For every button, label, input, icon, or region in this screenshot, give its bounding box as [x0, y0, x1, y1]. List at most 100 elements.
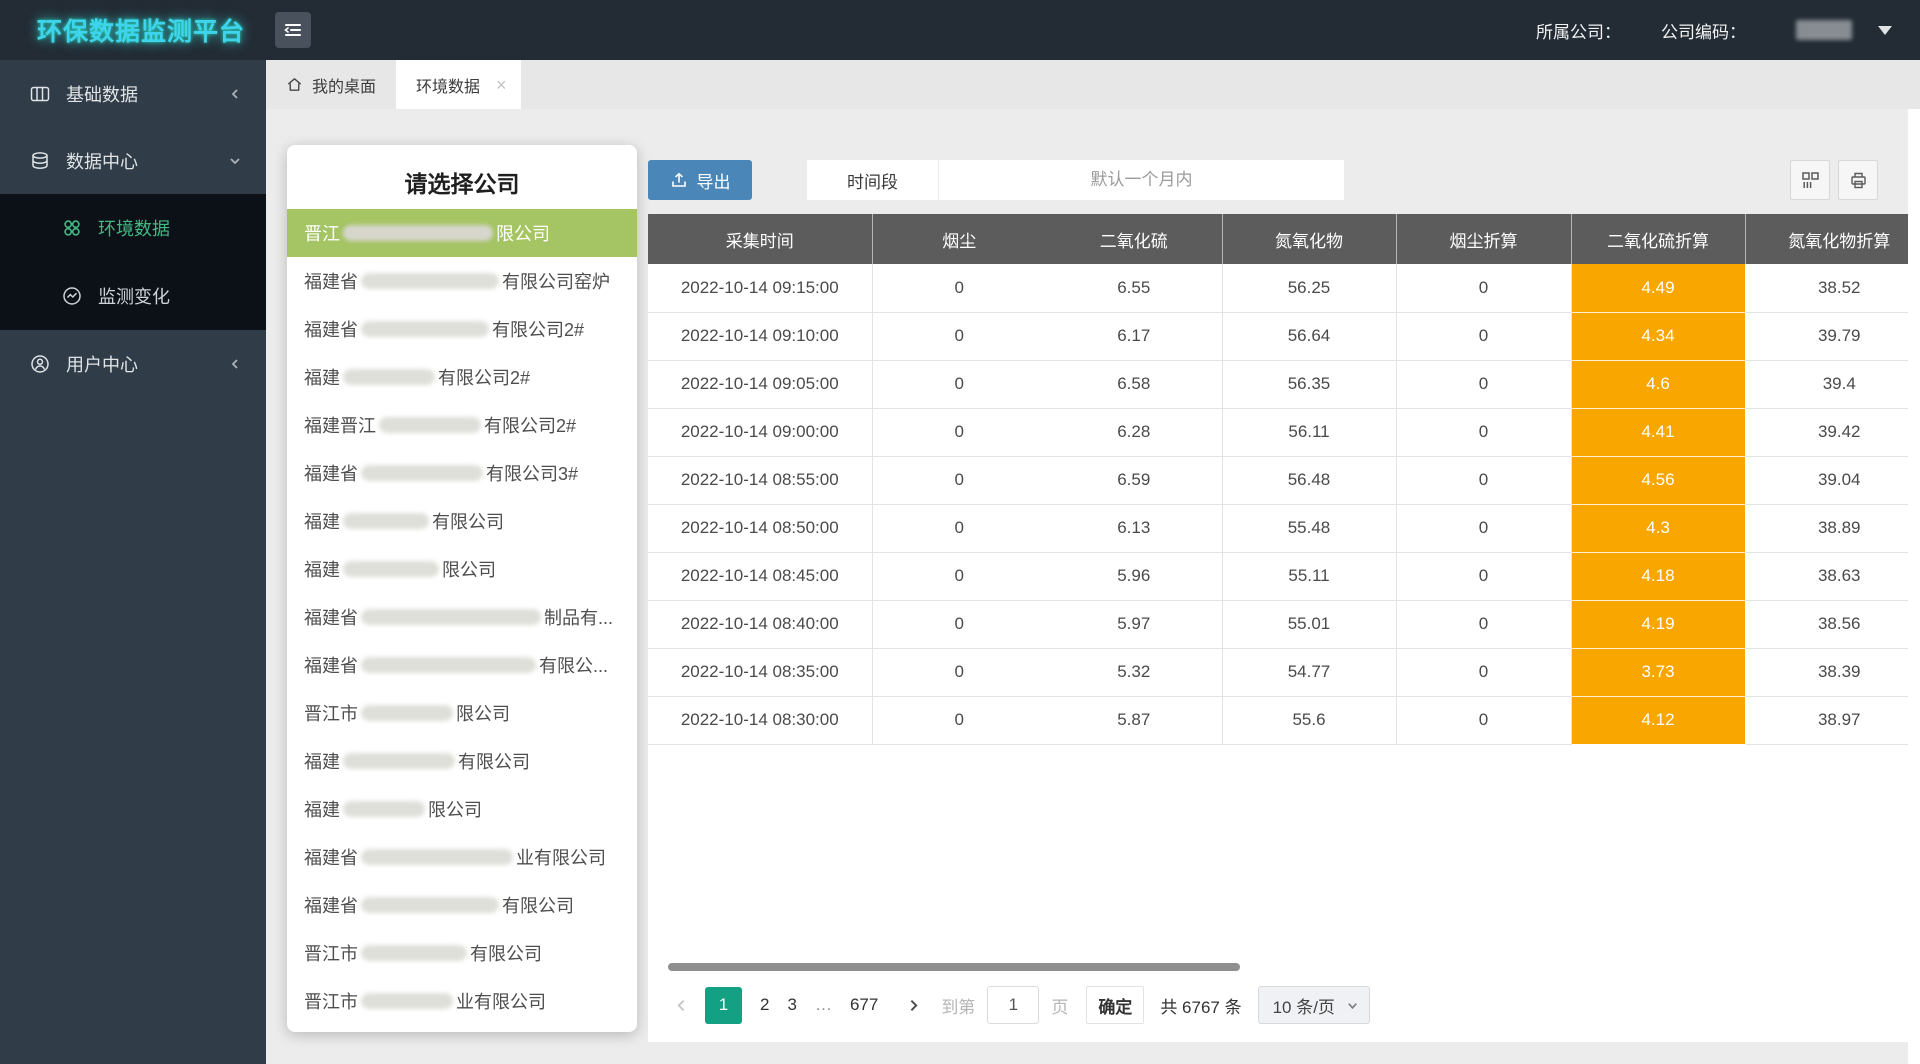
cell-value: 39.4 — [1745, 360, 1908, 408]
tab-env-data[interactable]: 环境数据 × — [396, 60, 521, 109]
cell-timestamp: 2022-10-14 08:55:00 — [648, 456, 872, 504]
cell-value: 4.12 — [1571, 696, 1745, 744]
redacted-company-name — [361, 321, 489, 337]
cell-value: 0 — [872, 504, 1046, 552]
time-range-input[interactable] — [939, 160, 1344, 200]
company-list-item[interactable]: 福建省制品有... — [287, 593, 637, 641]
redacted-company-name — [361, 465, 483, 481]
trend-circle-icon — [62, 286, 82, 306]
goto-page-input[interactable] — [987, 986, 1039, 1024]
company-list-item[interactable]: 福建 有限公司 — [287, 497, 637, 545]
company-list-item[interactable]: 福建省有限公司2# — [287, 305, 637, 353]
company-label: 所属公司： — [1536, 18, 1621, 43]
tab-label: 我的桌面 — [312, 73, 376, 97]
company-name-prefix: 福建省 — [304, 652, 358, 678]
company-code-value-redacted — [1796, 20, 1852, 40]
company-list-item[interactable]: 福建有限公司2# — [287, 353, 637, 401]
cell-value: 0 — [872, 264, 1046, 312]
sidebar-item-data-center[interactable]: 数据中心 — [0, 127, 266, 194]
company-list: 晋江限公司福建省有限公司窑炉福建省有限公司2#福建有限公司2#福建晋江有限公司2… — [287, 209, 637, 1025]
cell-value: 6.59 — [1046, 456, 1222, 504]
table-row: 2022-10-14 08:35:0005.3254.7703.7338.39 — [648, 648, 1908, 696]
redacted-company-name — [361, 993, 453, 1009]
total-count-label: 共 6767 条 — [1160, 993, 1241, 1018]
company-dropdown-caret-icon[interactable] — [1878, 26, 1892, 35]
cell-timestamp: 2022-10-14 08:30:00 — [648, 696, 872, 744]
export-button[interactable]: 导出 — [648, 160, 752, 200]
company-name-prefix: 福建 — [304, 508, 340, 534]
toolbar: 导出 时间段 — [648, 160, 1908, 200]
sidebar-item-label: 用户中心 — [66, 351, 138, 377]
redacted-company-name — [361, 609, 541, 625]
cell-value: 4.18 — [1571, 552, 1745, 600]
company-list-item[interactable]: 福建限公司 — [287, 545, 637, 593]
cell-value: 38.89 — [1745, 504, 1908, 552]
company-list-item[interactable]: 福建省业有限公司 — [287, 833, 637, 881]
confirm-button[interactable]: 确定 — [1086, 986, 1144, 1024]
company-list-item[interactable]: 福建省有限公... — [287, 641, 637, 689]
company-name-suffix: 有限公司2# — [438, 364, 530, 390]
print-button[interactable] — [1838, 160, 1878, 200]
page-number[interactable]: 1 — [705, 987, 742, 1024]
column-settings-button[interactable] — [1790, 160, 1830, 200]
cell-value: 38.97 — [1745, 696, 1908, 744]
company-list-item[interactable]: 晋江限公司 — [287, 209, 637, 257]
topbar-right: 所属公司： 公司编码： — [1536, 18, 1892, 43]
cell-value: 0 — [1396, 504, 1571, 552]
cell-value: 5.96 — [1046, 552, 1222, 600]
company-list-item[interactable]: 福建省有限公司窑炉 — [287, 257, 637, 305]
column-header: 氮氧化物 — [1222, 214, 1396, 264]
cell-value: 38.56 — [1745, 600, 1908, 648]
company-name-prefix: 福建省 — [304, 844, 358, 870]
table-body: 2022-10-14 09:15:0006.5556.2504.4938.522… — [648, 264, 1908, 744]
company-name-suffix: 有限公司 — [432, 508, 504, 534]
sidebar-collapse-button[interactable] — [275, 12, 311, 48]
company-name-suffix: 有限公司窑炉 — [502, 268, 610, 294]
sidebar-item-basic-data[interactable]: 基础数据 — [0, 60, 266, 127]
page-number[interactable]: 677 — [850, 995, 878, 1015]
table-header-row: 采集时间烟尘二氧化硫氮氧化物烟尘折算二氧化硫折算氮氧化物折算 — [648, 214, 1908, 264]
sidebar-item-label: 基础数据 — [66, 81, 138, 107]
cell-value: 4.3 — [1571, 504, 1745, 552]
company-list-item[interactable]: 晋江市业有限公司 — [287, 977, 637, 1025]
company-list-item[interactable]: 福建晋江有限公司2# — [287, 401, 637, 449]
company-list-item[interactable]: 福建省有限公司3# — [287, 449, 637, 497]
cell-value: 55.6 — [1222, 696, 1396, 744]
company-name-suffix: 制品有... — [544, 604, 613, 630]
sidebar-item-user-center[interactable]: 用户中心 — [0, 330, 266, 397]
company-list-item[interactable]: 晋江市有限公司 — [287, 929, 637, 977]
company-name-prefix: 晋江市 — [304, 988, 358, 1014]
cell-value: 6.28 — [1046, 408, 1222, 456]
cell-value: 0 — [1396, 456, 1571, 504]
printer-icon — [1849, 171, 1868, 190]
tab-my-desktop[interactable]: 我的桌面 — [266, 60, 396, 109]
app-title: 环保数据监测平台 — [37, 12, 245, 48]
cell-value: 5.97 — [1046, 600, 1222, 648]
company-select-panel: 请选择公司 晋江限公司福建省有限公司窑炉福建省有限公司2#福建有限公司2#福建晋… — [287, 145, 637, 1032]
table-empty-space — [648, 745, 1908, 964]
cell-value: 5.87 — [1046, 696, 1222, 744]
time-range-label: 时间段 — [807, 160, 939, 200]
company-list-item[interactable]: 福建有限公司 — [287, 737, 637, 785]
cell-value: 39.04 — [1745, 456, 1908, 504]
close-icon[interactable]: × — [496, 76, 507, 94]
company-list-item[interactable]: 福建限公司 — [287, 785, 637, 833]
cell-value: 56.35 — [1222, 360, 1396, 408]
company-list-item[interactable]: 福建省有限公司 — [287, 881, 637, 929]
column-header: 二氧化硫折算 — [1571, 214, 1745, 264]
sidebar-item-label: 监测变化 — [98, 283, 170, 309]
table-row: 2022-10-14 08:50:0006.1355.4804.338.89 — [648, 504, 1908, 552]
page-size-select[interactable]: 10 条/页 — [1258, 986, 1370, 1024]
cell-value: 56.48 — [1222, 456, 1396, 504]
cell-value: 4.41 — [1571, 408, 1745, 456]
page-number[interactable]: 3 — [787, 995, 796, 1015]
next-page-icon[interactable] — [906, 998, 921, 1013]
table-row: 2022-10-14 08:45:0005.9655.1104.1838.63 — [648, 552, 1908, 600]
page-number[interactable]: 2 — [760, 995, 769, 1015]
company-list-item[interactable]: 晋江市限公司 — [287, 689, 637, 737]
horizontal-scrollbar-thumb[interactable] — [668, 963, 1240, 971]
sidebar-item-env-data[interactable]: 环境数据 — [0, 194, 266, 262]
page-scrollbar-track[interactable] — [1908, 109, 1920, 1064]
prev-page-icon[interactable] — [674, 998, 689, 1013]
sidebar-item-monitor-change[interactable]: 监测变化 — [0, 262, 266, 330]
